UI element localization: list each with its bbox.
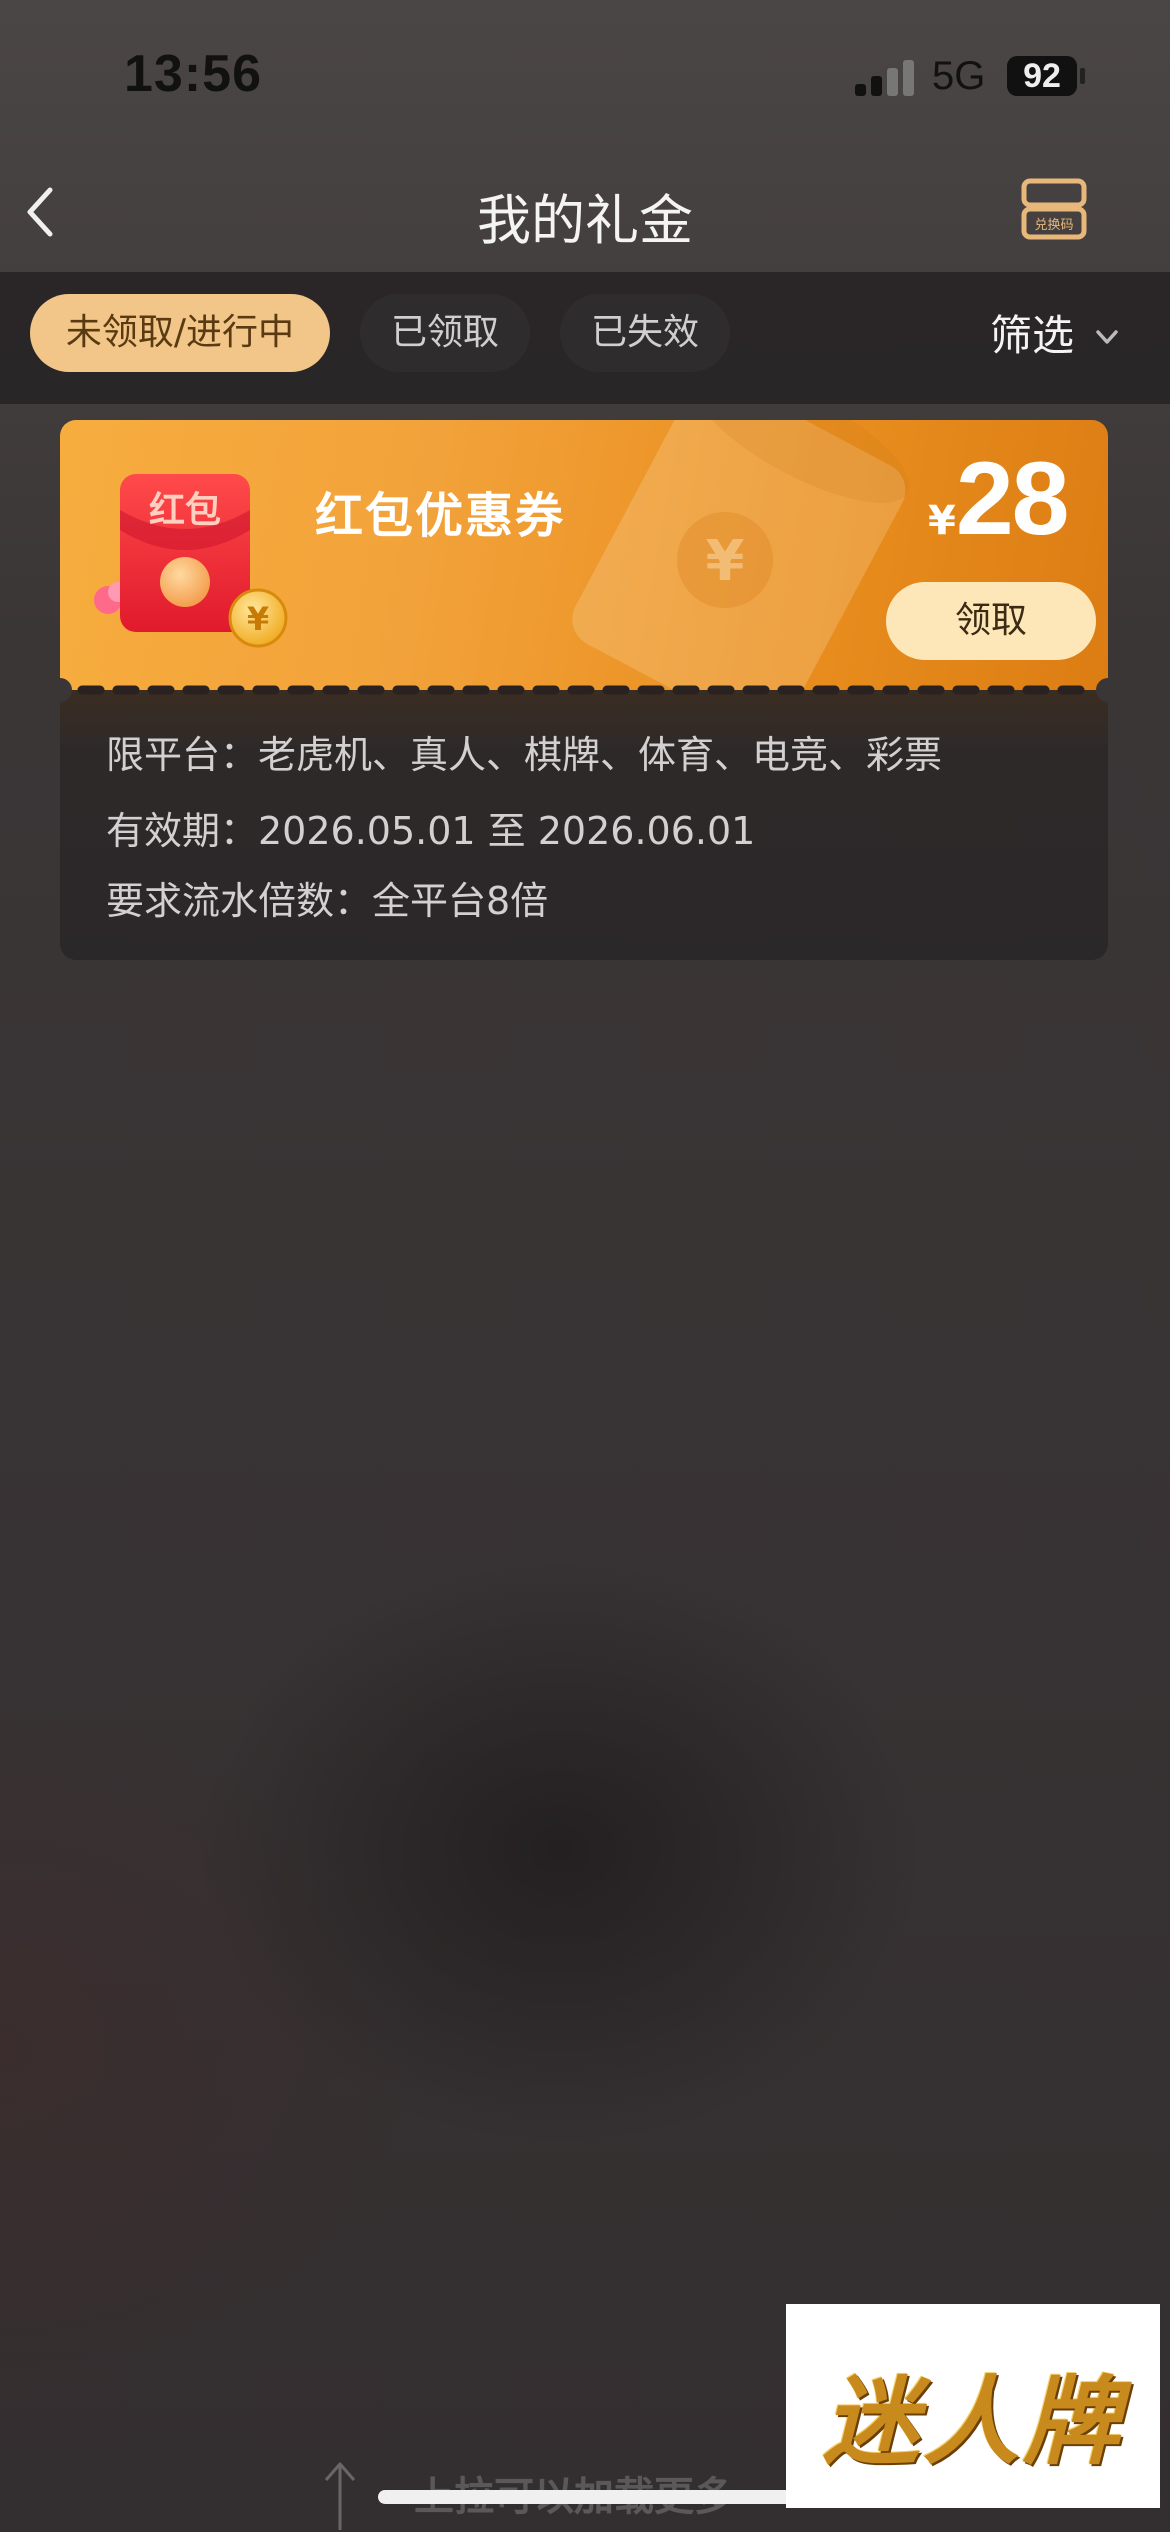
turnover-requirement: 要求流水倍数：全平台8倍 bbox=[106, 879, 549, 923]
coupon-card: ¥ 红包 ¥ 红包优惠券 ¥28 领取 限平台：老虎机、真人、棋牌、体育、电竞、… bbox=[60, 420, 1108, 960]
tab-claimed[interactable]: 已领取 bbox=[360, 294, 530, 372]
platform-limit: 限平台：老虎机、真人、棋牌、体育、电竞、彩票 bbox=[106, 733, 943, 777]
currency-symbol: ¥ bbox=[928, 498, 956, 544]
nav-bar: 我的礼金 兑换码 bbox=[0, 150, 1170, 272]
status-bar: 13:56 5G 92 bbox=[0, 0, 1170, 150]
redeem-code-icon: 兑换码 bbox=[1021, 178, 1087, 240]
perforation-divider bbox=[60, 678, 1108, 702]
page-title: 我的礼金 bbox=[477, 189, 693, 252]
chevron-down-icon[interactable] bbox=[1094, 324, 1120, 350]
svg-text:¥: ¥ bbox=[706, 529, 745, 594]
arrow-up-icon bbox=[324, 2462, 356, 2530]
battery-cap bbox=[1080, 68, 1085, 84]
coupon-amount: ¥28 bbox=[928, 440, 1070, 559]
coupon-header: ¥ 红包 ¥ 红包优惠券 ¥28 领取 bbox=[60, 420, 1108, 690]
red-envelope-watermark-icon: ¥ bbox=[572, 420, 910, 690]
battery-icon: 92 bbox=[1007, 56, 1077, 96]
home-indicator bbox=[378, 2490, 792, 2504]
status-time: 13:56 bbox=[124, 45, 262, 103]
network-type: 5G bbox=[932, 54, 986, 98]
amount-value: 28 bbox=[955, 441, 1070, 557]
signal-icon bbox=[855, 58, 915, 96]
tab-bar: 未领取/进行中 已领取 已失效 筛选 bbox=[0, 272, 1170, 404]
coupon-details: 限平台：老虎机、真人、棋牌、体育、电竞、彩票 有效期：2026.05.01 至 … bbox=[60, 690, 1108, 960]
validity-period: 有效期：2026.05.01 至 2026.06.01 bbox=[106, 809, 756, 853]
watermark-logo: 迷人牌 bbox=[786, 2304, 1160, 2508]
tab-unclaimed[interactable]: 未领取/进行中 bbox=[30, 294, 330, 372]
red-envelope-icon: 红包 ¥ bbox=[94, 474, 288, 648]
tab-expired[interactable]: 已失效 bbox=[560, 294, 730, 372]
coupon-name: 红包优惠券 bbox=[315, 488, 566, 544]
watermark-text: 迷人牌 bbox=[823, 2366, 1123, 2478]
red-envelope-icon-label: 红包 bbox=[149, 490, 221, 531]
claim-button[interactable]: 领取 bbox=[886, 582, 1096, 660]
redeem-code-icon-label: 兑换码 bbox=[1034, 218, 1073, 233]
svg-text:¥: ¥ bbox=[247, 600, 269, 638]
filter-button[interactable]: 筛选 bbox=[990, 306, 1074, 366]
redeem-code-button[interactable]: 兑换码 bbox=[1020, 175, 1092, 245]
